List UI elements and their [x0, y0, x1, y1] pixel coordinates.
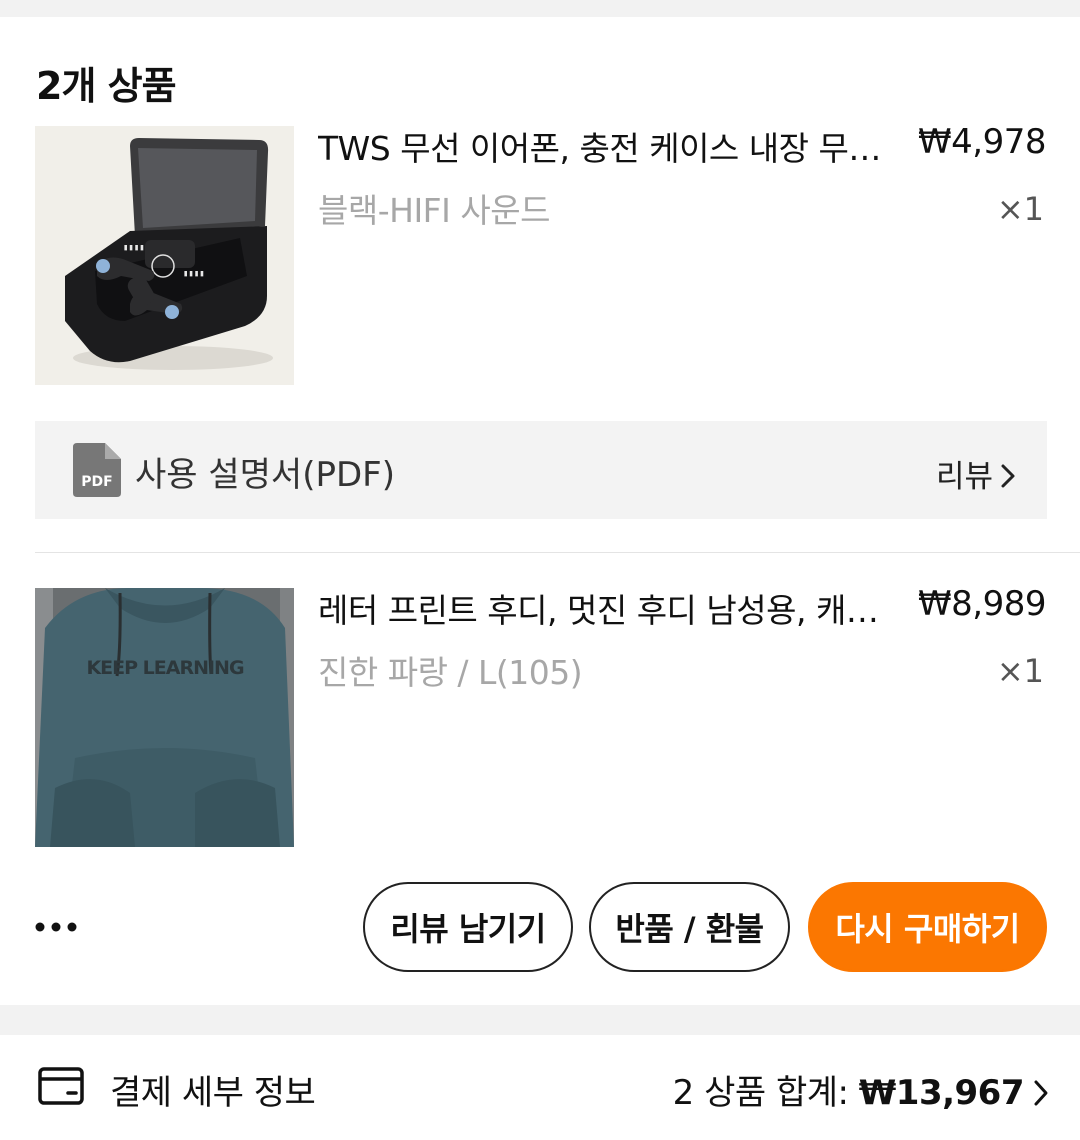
- chevron-right-icon: [1034, 1080, 1048, 1106]
- total-amount: ₩13,967: [858, 1073, 1025, 1113]
- product-variant: 블랙-HIFI 사운드: [318, 191, 550, 230]
- leave-review-button[interactable]: 리뷰 남기기: [363, 882, 573, 972]
- review-link[interactable]: 리뷰: [936, 451, 1017, 496]
- hoodie-product-image[interactable]: KEEP LEARNING: [35, 588, 294, 847]
- svg-text:▮▮▮▮: ▮▮▮▮: [123, 243, 145, 253]
- hoodie-print-text: KEEP LEARNING: [86, 657, 244, 679]
- product-name[interactable]: TWS 무선 이어폰, 충전 케이스 내장 무선 이어폰: [318, 122, 888, 170]
- order-total[interactable]: 2 상품 합계: ₩13,967: [673, 1065, 1050, 1114]
- pdf-icon-text: PDF: [81, 474, 112, 490]
- product-variant: 진한 파랑 / L(105): [318, 653, 583, 692]
- product-price: ₩8,989: [918, 584, 1046, 624]
- chevron-right-icon: [1001, 464, 1015, 488]
- earbuds-icon: ▮▮▮▮ ▮▮▮▮: [35, 126, 294, 385]
- items-count-title: 2개 상품: [36, 64, 177, 108]
- hoodie-icon: KEEP LEARNING: [35, 588, 294, 847]
- earbuds-product-image[interactable]: ▮▮▮▮ ▮▮▮▮: [35, 126, 294, 385]
- credit-card-icon: [38, 1067, 84, 1105]
- payment-details-row[interactable]: 결제 세부 정보 2 상품 합계: ₩13,967: [0, 1035, 1080, 1140]
- more-dots-icon[interactable]: [34, 907, 80, 947]
- product-quantity: ×1: [996, 190, 1044, 228]
- product-price: ₩4,978: [918, 122, 1046, 162]
- buy-again-button[interactable]: 다시 구매하기: [808, 882, 1047, 972]
- pdf-file-icon: PDF: [73, 443, 121, 497]
- product-quantity: ×1: [996, 652, 1044, 690]
- svg-text:▮▮▮▮: ▮▮▮▮: [183, 269, 205, 279]
- order-items-card: 2개 상품 ▮▮▮▮ ▮▮▮▮ TWS 무선 이어폰, 충전 케이스 내장 무선…: [0, 17, 1080, 1005]
- total-prefix: 2 상품 합계:: [672, 1073, 849, 1113]
- item-divider: [35, 552, 1080, 553]
- return-refund-button[interactable]: 반품 / 환불: [589, 882, 790, 972]
- user-manual-bar[interactable]: PDF 사용 설명서(PDF) 리뷰: [35, 421, 1047, 519]
- product-name[interactable]: 레터 프린트 후디, 멋진 후디 남성용, 캐주얼: [318, 584, 888, 632]
- payment-details-label: 결제 세부 정보: [110, 1073, 316, 1113]
- user-manual-label[interactable]: 사용 설명서(PDF): [135, 447, 395, 496]
- review-link-label: 리뷰: [935, 459, 993, 495]
